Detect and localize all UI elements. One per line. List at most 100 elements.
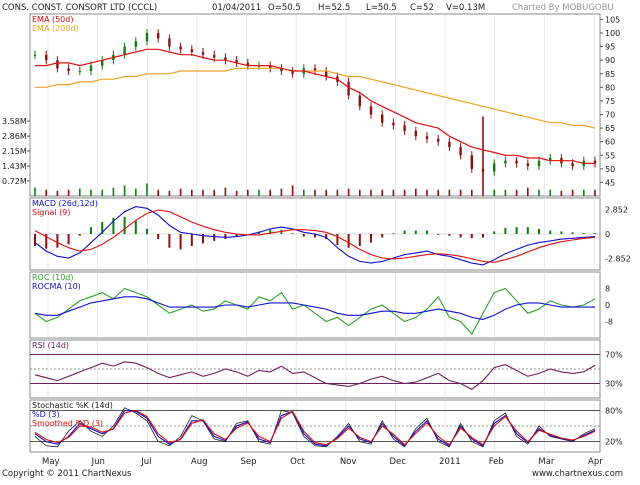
- volume-bar: [325, 189, 327, 196]
- price-candle-body: [56, 60, 59, 69]
- volume-bar: [269, 189, 271, 196]
- volume-bar: [112, 187, 115, 196]
- price-candle-body: [425, 136, 429, 139]
- panel-frame-price: [29, 13, 601, 197]
- price-candle-body: [157, 33, 160, 39]
- header-open: O=50.5: [268, 3, 301, 13]
- macd-histogram-bar: [123, 216, 126, 234]
- price-candle-body: [123, 46, 126, 55]
- volume-bar: [493, 189, 495, 196]
- price-candle-body: [67, 68, 70, 72]
- macd-histogram-bar: [134, 220, 137, 234]
- price-candle-body: [134, 41, 137, 47]
- price-candle-body: [33, 54, 37, 56]
- header-company: CONS. CONST. CONSORT LTD (CCCL): [2, 3, 157, 13]
- x-tick-label: Nov: [340, 457, 357, 467]
- volume-bar: [583, 189, 585, 196]
- volume-bar: [448, 189, 451, 196]
- roc-tick-label: 0: [605, 301, 610, 310]
- macd-histogram-bar: [515, 227, 518, 234]
- price-candle-body: [392, 122, 395, 126]
- volume-bar: [370, 189, 372, 196]
- price-tick-label: 75: [605, 97, 615, 106]
- volume-bar: [235, 190, 238, 196]
- macd-histogram-bar: [370, 234, 372, 243]
- roc-tick-label: -8: [605, 318, 613, 327]
- macd-histogram-bar: [470, 234, 473, 239]
- volume-bar: [123, 185, 126, 196]
- macd-histogram-bar: [56, 234, 59, 248]
- legend-rocma: ROCMA (10): [32, 282, 81, 291]
- volume-bar: [571, 189, 574, 196]
- macd-histogram-bar: [426, 230, 428, 234]
- chart-canvas: May Jun Jul Aug Sep Oct Nov Dec 2011 Feb Mar Apr 105…: [2, 3, 631, 479]
- macd-histogram-bar: [549, 230, 552, 234]
- macd-histogram-bar: [67, 234, 70, 245]
- macd-histogram-bar: [538, 228, 540, 234]
- legend-ema200: EMA (200d): [32, 24, 79, 33]
- x-tick-label: 2011: [439, 457, 461, 467]
- volume-bar: [560, 190, 563, 196]
- price-candle-body: [448, 141, 451, 148]
- macd-histogram-bar: [78, 234, 81, 236]
- macd-histogram-bar: [213, 234, 216, 241]
- macd-histogram-bar: [168, 234, 171, 248]
- roc-tick-label: 8: [605, 285, 610, 294]
- volume-bar: [527, 187, 529, 196]
- header-high: H=52.5: [318, 3, 350, 13]
- price-tick-label: 85: [605, 70, 615, 79]
- price-candle-body: [213, 54, 216, 58]
- volume-bar: [168, 190, 171, 196]
- macd-histogram-bar: [90, 227, 92, 234]
- volume-bar: [79, 188, 81, 196]
- macd-histogram-bar: [526, 227, 529, 234]
- macd-histogram-bar: [392, 233, 395, 234]
- x-tick-label: Feb: [489, 457, 504, 467]
- macd-histogram-bar: [179, 234, 182, 250]
- rsi-tick-label: 30%: [605, 380, 623, 389]
- x-tick-label: Jul: [140, 457, 151, 467]
- legend-macd: MACD (26d,12d): [32, 199, 98, 208]
- volume-bar: [202, 189, 204, 196]
- price-candle-body: [381, 114, 384, 123]
- volume-bar: [303, 189, 305, 196]
- x-tick-label: Dec: [389, 457, 406, 467]
- macd-histogram-bar: [448, 234, 451, 236]
- header-low: L=50.5: [366, 3, 397, 13]
- price-tick-label: 95: [605, 43, 615, 52]
- price-candle-body: [437, 138, 440, 142]
- volume-bar: [101, 189, 103, 196]
- legend-stoch-smooth: Smoothed %D (3): [32, 419, 103, 428]
- volume-bar: [415, 188, 417, 196]
- volume-bar: [403, 189, 406, 196]
- macd-tick-label: -2.852: [605, 254, 631, 263]
- volume-tick-label: 2.15M: [2, 147, 27, 156]
- legend-signal: Signal (9): [32, 208, 70, 217]
- price-candle-body: [145, 33, 149, 42]
- volume-bar: [280, 188, 283, 196]
- header-volume: V=0.13M: [446, 3, 485, 13]
- volume-tick-label: 0.72M: [2, 177, 27, 186]
- macd-tick-label: 2.852: [605, 206, 628, 215]
- price-candle-body: [459, 147, 462, 156]
- price-tick-label: 65: [605, 124, 615, 133]
- macd-histogram-bar: [190, 234, 193, 246]
- macd-histogram-bar: [381, 234, 384, 238]
- volume-bar: [179, 188, 182, 196]
- x-tick-label: May: [42, 457, 60, 467]
- price-candle-body: [45, 54, 48, 61]
- macd-histogram-bar: [582, 233, 585, 234]
- macd-histogram-bar: [224, 234, 227, 240]
- stock-chart: May Jun Jul Aug Sep Oct Nov Dec 2011 Feb Mar Apr 105…: [0, 0, 640, 480]
- x-tick-label: Jun: [91, 457, 105, 467]
- macd-histogram-bar: [594, 233, 596, 234]
- stoch-tick-label: 80%: [605, 406, 623, 415]
- volume-bar: [67, 189, 70, 196]
- price-candle-body: [325, 71, 328, 77]
- header-credit: Charted By MOBUGOBU: [512, 3, 614, 13]
- x-tick-label: Aug: [191, 457, 208, 467]
- volume-bar: [359, 189, 361, 196]
- price-candle-body: [78, 71, 81, 73]
- volume-bar: [56, 190, 59, 196]
- legend-rsi: RSI (14d): [32, 341, 69, 350]
